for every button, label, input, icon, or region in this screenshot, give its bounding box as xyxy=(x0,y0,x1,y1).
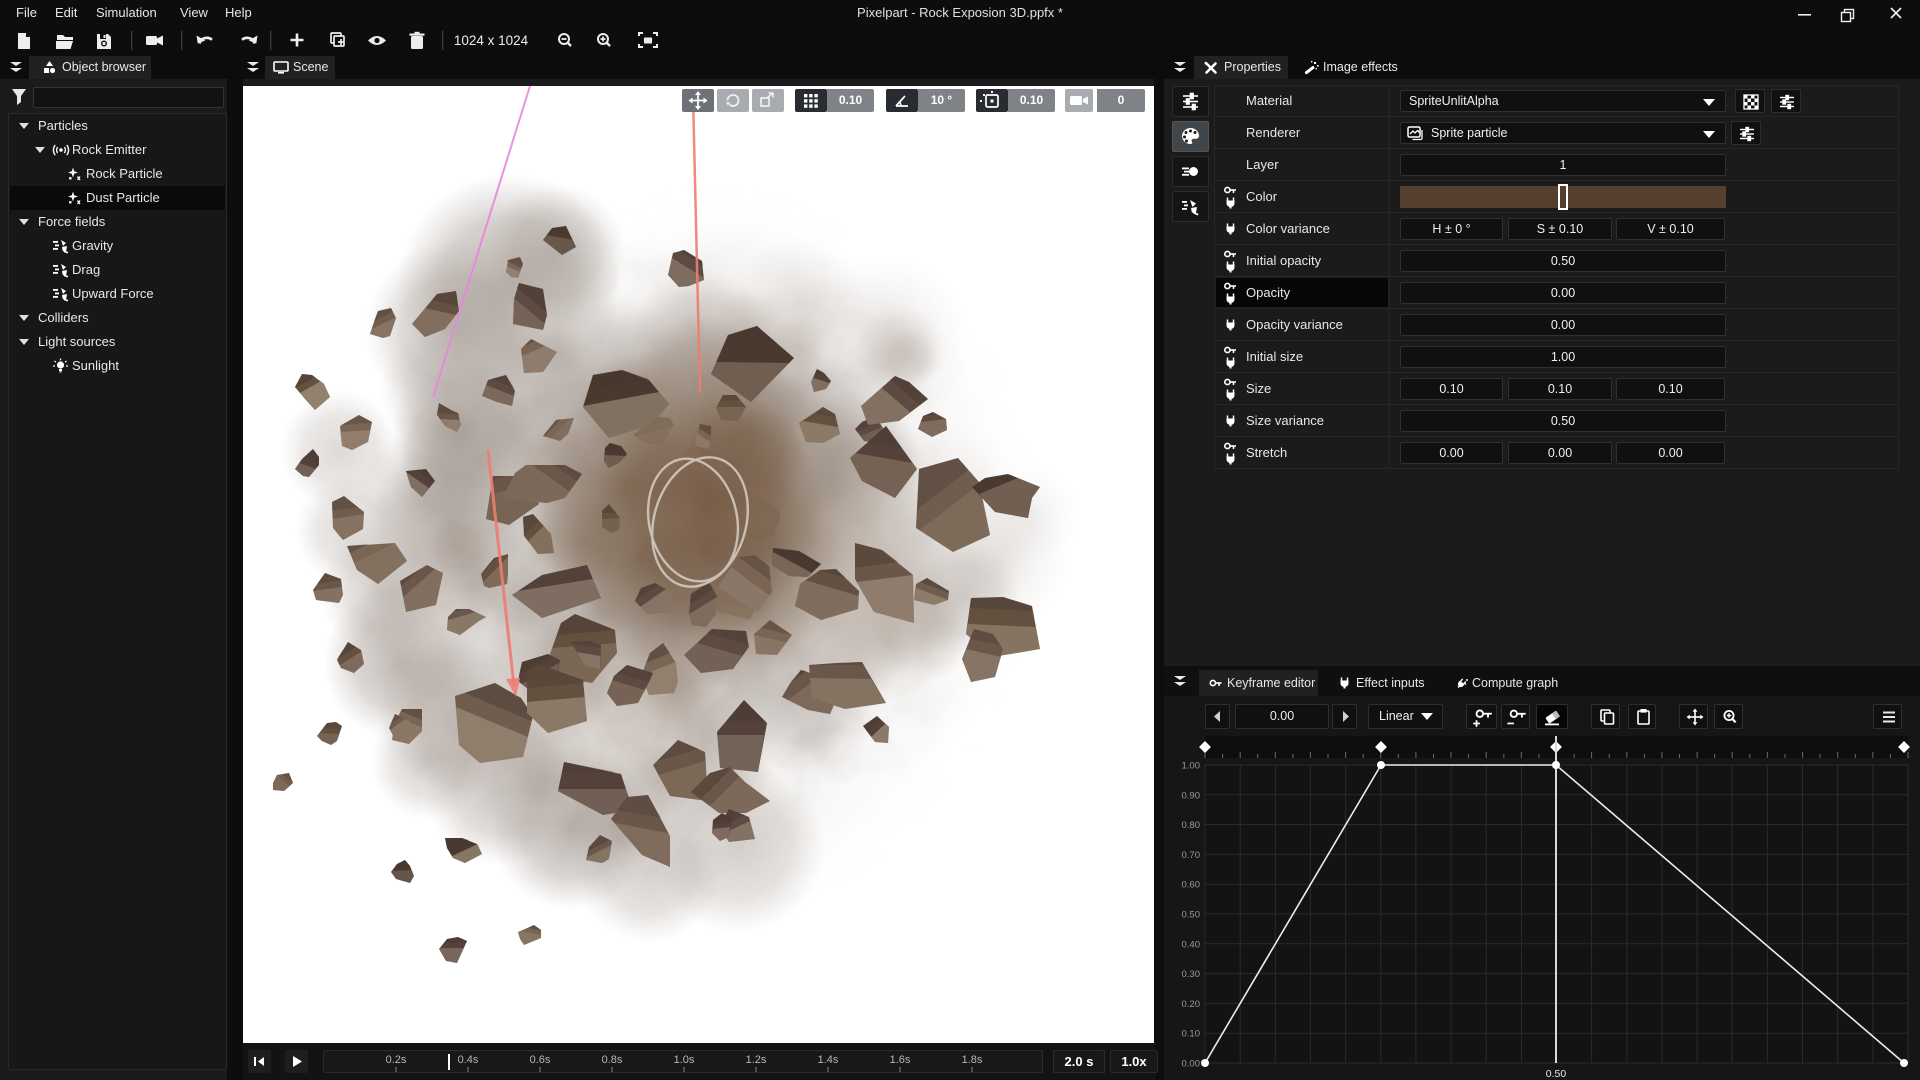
svg-text:0.10: 0.10 xyxy=(1182,1029,1201,1040)
svg-text:0.40: 0.40 xyxy=(1182,939,1201,950)
svg-text:0.00: 0.00 xyxy=(1182,1059,1201,1070)
svg-text:0.50: 0.50 xyxy=(1182,910,1201,921)
svg-text:0.20: 0.20 xyxy=(1182,999,1201,1010)
svg-text:0.50: 0.50 xyxy=(1546,1068,1567,1080)
svg-text:0.30: 0.30 xyxy=(1182,969,1201,980)
svg-text:0.70: 0.70 xyxy=(1182,850,1201,861)
svg-text:1.00: 1.00 xyxy=(1182,761,1201,772)
svg-text:1024 x 1024: 1024 x 1024 xyxy=(454,33,529,48)
svg-text:0.90: 0.90 xyxy=(1182,790,1201,801)
svg-text:0.80: 0.80 xyxy=(1182,820,1201,831)
svg-text:0.60: 0.60 xyxy=(1182,880,1201,891)
